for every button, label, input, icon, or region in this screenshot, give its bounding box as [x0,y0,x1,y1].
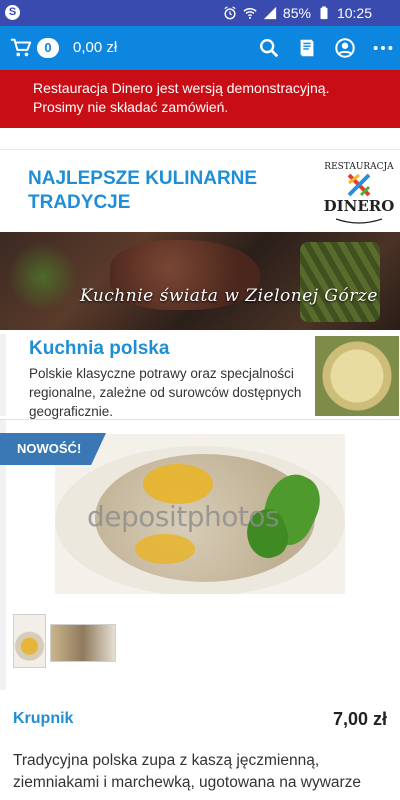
clock: 10:25 [336,5,372,21]
logo-name-text: DINERO [324,197,395,215]
category-title[interactable]: Kuchnia polska [29,338,169,360]
dinero-logo[interactable]: RESTAURACJA DINERO [322,157,396,229]
menu-book-icon[interactable] [296,37,318,59]
category-description: Polskie klasyczne potrawy oraz specjalno… [29,366,302,419]
photo-watermark: depositphotos [87,500,280,533]
product-price: 7,00 zł [332,709,387,729]
oil-drop [143,464,213,504]
demo-banner-line1: Restauracja Dinero jest wersją demonstra… [33,80,330,96]
cart-count-badge[interactable]: 0 [37,38,59,58]
more-icon[interactable] [372,37,394,59]
product-photo[interactable]: depositphotos [55,434,345,594]
alarm-icon [224,6,236,20]
search-icon[interactable] [258,37,280,59]
spacer [0,128,400,150]
hero-banner[interactable]: Kuchnie świata w Zielonej Górze [0,232,400,330]
product-name[interactable]: Krupnik [13,710,73,728]
status-bar: S 85% 10:25 [0,0,400,26]
cart-total[interactable]: 0,00 zł [73,38,117,58]
asparagus-image [300,242,380,322]
thumbnail-2[interactable] [50,624,116,662]
oil-drop [135,534,195,564]
skype-icon: S [5,5,20,20]
demo-banner-line2: Prosimy nie składać zamówień. [33,99,229,115]
herb-decoration [8,242,78,312]
signal-icon [263,6,277,20]
account-icon[interactable] [334,37,356,59]
battery-level: 85% [282,5,311,21]
product-thumbnails [13,614,116,670]
thumbnail-1[interactable] [13,614,46,668]
logo-top-text: RESTAURACJA [324,162,394,172]
product-description: Tradycyjna polska zupa z kaszą jęczmienn… [13,752,362,791]
wifi-icon [243,8,257,19]
product-card: depositphotos NOWOŚĆ! Krupnik 7,00 zł Tr… [0,420,400,800]
app-bar: 0 0,00 zł [0,26,400,70]
new-badge: NOWOŚĆ! [0,433,106,465]
battery-icon [320,6,328,20]
tagline: NAJLEPSZE KULINARNE TRADYCJE [28,168,258,213]
demo-banner: Restauracja Dinero jest wersją demonstra… [0,70,400,128]
hero-script-text: Kuchnie świata w Zielonej Górze [80,286,378,306]
category-side-bar [0,334,6,416]
logo-mark [347,173,371,197]
pierogi-thumbnail[interactable] [315,336,399,416]
cart-icon[interactable] [10,37,32,59]
category-card[interactable]: Kuchnia polska Polskie klasyczne potrawy… [0,330,400,420]
